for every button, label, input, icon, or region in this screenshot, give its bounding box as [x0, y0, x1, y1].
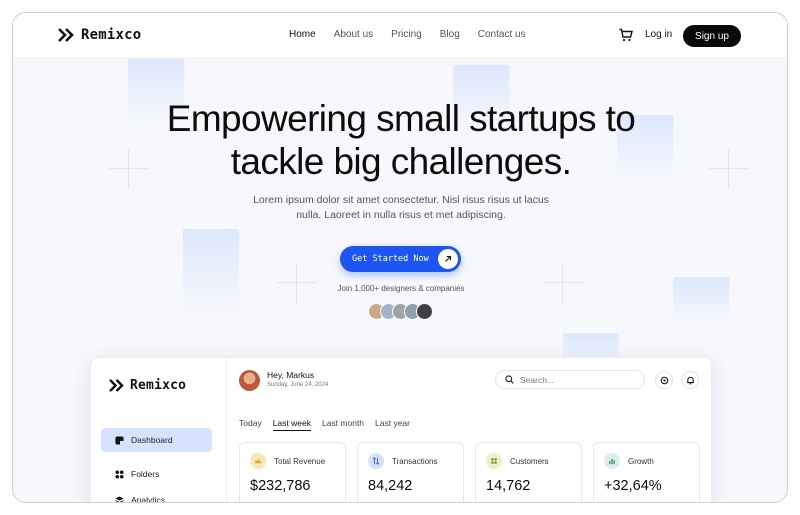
- sidebar-item-analytics[interactable]: Analytics: [101, 488, 212, 503]
- nav-link-contact[interactable]: Contact us: [478, 29, 526, 40]
- hero-subtitle-line: Lorem ipsum dolor sit amet consectetur. …: [253, 194, 549, 206]
- stat-label: Customers: [510, 457, 549, 466]
- folders-icon: [115, 469, 124, 479]
- period-tabs: Today Last week Last month Last year: [239, 418, 410, 431]
- bg-cross: [277, 263, 317, 303]
- current-date: Sunday, June 24, 2024: [267, 382, 329, 388]
- logo-icon: [109, 379, 124, 392]
- stat-card-growth[interactable]: Growth +32,64%: [593, 442, 700, 502]
- brand-name: Remixco: [81, 27, 142, 43]
- stat-value: 84,242: [368, 478, 413, 494]
- login-link[interactable]: Log in: [645, 29, 672, 40]
- hero-subtitle: Lorem ipsum dolor sit amet consectetur. …: [241, 193, 561, 223]
- stat-label: Transactions: [392, 457, 438, 466]
- hero-title: Empowering small startups to tackle big …: [13, 97, 787, 183]
- bg-cross: [543, 263, 583, 303]
- bell-icon: [686, 376, 694, 384]
- stat-value: $232,786: [250, 478, 311, 494]
- stat-label: Growth: [628, 457, 654, 466]
- stat-value: 14,762: [486, 478, 531, 494]
- nav-links: Home About us Pricing Blog Contact us: [289, 29, 544, 40]
- transactions-icon: [368, 453, 384, 469]
- sidebar-item-dashboard[interactable]: Dashboard: [101, 428, 212, 452]
- tab-last-year[interactable]: Last year: [375, 418, 410, 431]
- signup-button[interactable]: Sign up: [683, 25, 741, 47]
- avatar-group: [368, 303, 433, 320]
- logo-icon: [58, 28, 74, 42]
- app-frame: Remixco Home About us Pricing Blog Conta…: [12, 12, 788, 503]
- arrow-up-right-icon: [438, 249, 458, 269]
- hero-title-line: tackle big challenges.: [230, 141, 572, 182]
- nav-link-home[interactable]: Home: [289, 29, 316, 40]
- dashboard-preview: Remixco Dashboard Folders Analytics Hey,…: [90, 357, 712, 503]
- growth-icon: [604, 453, 620, 469]
- user-greeting: Hey, Markus: [267, 370, 315, 380]
- cart-icon[interactable]: [619, 28, 633, 42]
- revenue-icon: [250, 453, 266, 469]
- stat-label: Total Revenue: [274, 457, 326, 466]
- search-input[interactable]: Search...: [495, 370, 645, 389]
- user-avatar[interactable]: [239, 370, 260, 391]
- get-started-button[interactable]: Get Started Now: [340, 246, 461, 272]
- settings-button[interactable]: [655, 371, 673, 389]
- stat-value: +32,64%: [604, 478, 662, 494]
- nav-link-about[interactable]: About us: [334, 29, 373, 40]
- tab-last-week[interactable]: Last week: [272, 418, 311, 431]
- search-placeholder: Search...: [520, 374, 555, 385]
- sidebar-item-label: Dashboard: [131, 435, 173, 445]
- stat-card-total-revenue[interactable]: Total Revenue $232,786: [239, 442, 346, 502]
- sidebar-item-label: Analytics: [131, 495, 166, 503]
- stat-card-transactions[interactable]: Transactions 84,242: [357, 442, 464, 502]
- customers-icon: [486, 453, 502, 469]
- social-proof-text: Join 1,000+ designers & companies: [337, 284, 465, 293]
- search-icon: [505, 375, 514, 384]
- dashboard-sidebar: Remixco Dashboard Folders Analytics: [91, 358, 227, 503]
- dashboard-brand-name: Remixco: [130, 378, 187, 393]
- sidebar-item-folders[interactable]: Folders: [101, 462, 212, 486]
- bg-tile: [183, 229, 239, 319]
- stat-card-customers[interactable]: Customers 14,762: [475, 442, 582, 502]
- gear-icon: [660, 376, 668, 384]
- tab-today[interactable]: Today: [239, 418, 262, 431]
- tab-last-month[interactable]: Last month: [322, 418, 364, 431]
- hero-subtitle-line: nulla. Laoreet in nulla risus et met adi…: [296, 209, 506, 221]
- dashboard-logo[interactable]: Remixco: [109, 378, 186, 393]
- brand-logo[interactable]: Remixco: [58, 27, 141, 43]
- analytics-icon: [115, 495, 124, 502]
- notifications-button[interactable]: [681, 371, 699, 389]
- get-started-label: Get Started Now: [352, 254, 429, 264]
- dashboard-icon: [115, 435, 124, 445]
- top-navbar: Remixco Home About us Pricing Blog Conta…: [13, 13, 787, 59]
- hero-title-line: Empowering small startups to: [166, 98, 636, 139]
- nav-link-blog[interactable]: Blog: [440, 29, 460, 40]
- sidebar-item-label: Folders: [131, 469, 160, 479]
- avatar: [416, 303, 433, 320]
- nav-link-pricing[interactable]: Pricing: [391, 29, 422, 40]
